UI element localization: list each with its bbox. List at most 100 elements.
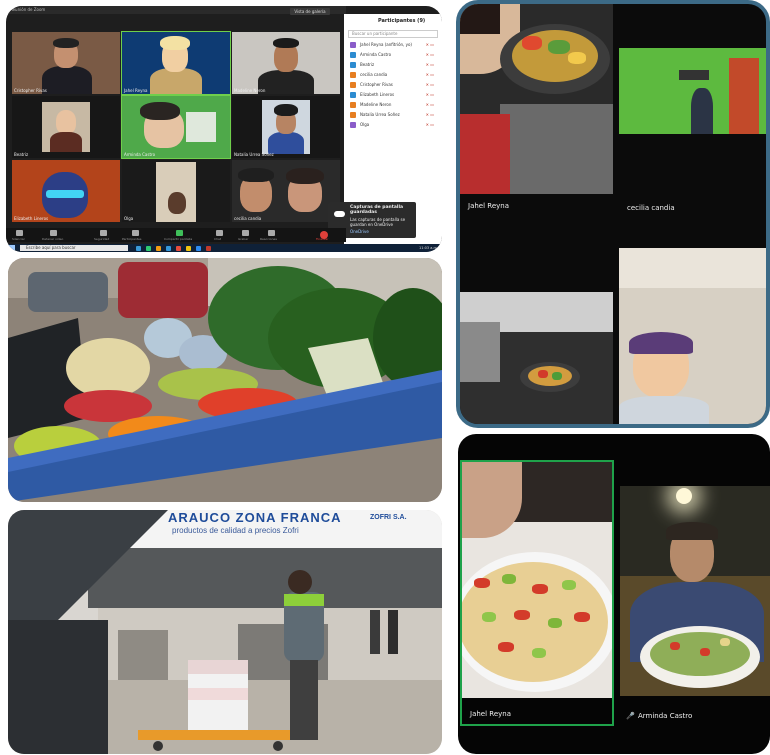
tile-name: Jahel Reyna [470,710,511,718]
store-tag: ZOFRI S.A. [370,514,407,521]
reactions-icon[interactable] [268,230,275,236]
video-tile[interactable]: Olga [122,160,230,222]
tile-name: Arminda Castro [124,152,156,157]
photo-collage: Reunión de Zoom Vista de galería Cristop… [0,0,770,755]
zoom-meeting-screenshot: Reunión de Zoom Vista de galería Cristop… [6,6,442,252]
video-tile: cecilia candia [619,48,766,218]
end-label: Finalizar [316,237,329,241]
app-icon[interactable] [176,245,181,251]
avatar [350,82,356,88]
toolbar-label: Grabar [238,237,249,241]
zoom-app-icon[interactable] [196,245,201,251]
toolbar-label: Compartir pantalla [164,237,193,241]
app-icon[interactable] [166,245,171,251]
participant-name: Arminda Castro [360,52,392,57]
app-icon[interactable] [156,245,161,251]
toolbar-label: Chat [214,237,222,241]
video-tile[interactable]: Elizabeth Lineros [12,160,120,222]
taskbar-search-input[interactable]: Escribe aquí para buscar [20,245,128,251]
participant-name: cecilia candia [360,72,388,77]
video-tile[interactable]: Beatriz [12,96,120,158]
video-tile[interactable]: Arminda Castro [121,95,231,159]
salad-video-call-photo: Jahel Reyna Arminda Castro 🎤 [458,434,770,754]
participant-row[interactable]: Natalia Urrea Soñez ✕ ▭ [344,110,442,120]
windows-taskbar: Escribe aquí para buscar 11:03 a.m. [6,244,442,252]
store-subtitle: productos de calidad a precios Zofri [172,526,299,535]
store-sign: ARAUCO ZONA FRANCA [168,510,342,525]
avatar [350,62,356,68]
mic-muted-icon: ✕ ▭ [425,42,434,47]
avatar [350,112,356,118]
toolbar-label: Detener video [42,237,64,241]
toolbar-label: Participantes [122,237,142,241]
avatar [350,42,356,48]
meeting-toolbar: Silenciar Detener video Seguridad Partic… [6,228,346,242]
participant-row[interactable]: Cristopher Rivas ✕ ▭ [344,80,442,90]
tile-name: Elizabeth Lineros [14,216,49,221]
shield-icon[interactable] [100,230,107,236]
participant-name: Olga [360,122,370,127]
participant-name: Beatriz [360,62,375,67]
app-icon[interactable] [146,245,151,251]
participant-search-input[interactable]: Buscar un participante [348,30,438,38]
mic-muted-icon: ✕ ▭ [425,102,434,107]
kitchen-video-call-photo: Jahel Reyna cecilia candia [456,0,770,428]
windows-start-icon[interactable] [9,245,15,251]
record-icon[interactable] [242,230,249,236]
video-icon[interactable] [50,230,57,236]
participant-row[interactable]: Arminda Castro ✕ ▭ [344,50,442,60]
video-tile[interactable]: Natalia Urrea Soñez [232,96,340,158]
taskbar-clock: 11:03 a.m. [419,246,438,250]
participant-row[interactable]: cecilia candia ✕ ▭ [344,70,442,80]
video-tile[interactable]: cecilia candia [232,160,340,222]
video-tile[interactable]: Cristopher Rivas [12,32,120,94]
app-icon[interactable] [186,245,191,251]
participant-name: Natalia Urrea Soñez [360,112,400,117]
toast-link[interactable]: OneDrive [350,229,412,234]
delivery-photo: ARAUCO ZONA FRANCA productos de calidad … [8,510,442,754]
tile-name: Olga [124,216,134,221]
gallery-view-button[interactable]: Vista de galería [290,8,330,15]
mic-muted-icon: 🎤 [626,713,635,720]
participant-row[interactable]: Madeline Neron ✕ ▭ [344,100,442,110]
app-icon[interactable] [206,245,211,251]
video-tile [619,248,766,424]
tile-name: Madeline Neron [234,88,266,93]
participants-icon[interactable] [132,230,139,236]
toast-title: Capturas de pantalla guardadas [350,205,404,215]
participant-name: Cristopher Rivas [360,82,393,87]
participant-name: Madeline Neron [360,102,392,107]
tile-name: Natalia Urrea Soñez [234,152,274,157]
delivery-illustration [8,510,442,754]
mic-muted-icon: ✕ ▭ [425,72,434,77]
video-tile: Jahel Reyna [460,4,613,216]
app-icon[interactable] [136,245,141,251]
video-tile[interactable]: Jahel Reyna [121,31,231,95]
mic-muted-icon: ✕ ▭ [425,62,434,67]
video-tile: Arminda Castro 🎤 [620,486,770,726]
vegetable-truck-illustration [8,258,442,502]
video-tile[interactable]: Madeline Neron [232,32,340,94]
participant-row[interactable]: Elizabeth Lineros ✕ ▭ [344,90,442,100]
cloud-icon [334,211,345,217]
participant-row[interactable]: Jahel Reyna (anfitrión, yo) ✕ ▭ [344,40,442,50]
avatar [350,52,356,58]
mic-icon[interactable] [16,230,23,236]
tile-name: Cristopher Rivas [14,88,47,93]
tile-name: Beatriz [14,152,29,157]
tile-name: Jahel Reyna [124,88,148,93]
toolbar-label: Seguridad [94,237,110,241]
share-screen-icon[interactable] [176,230,183,236]
participant-row[interactable]: Olga ✕ ▭ [344,120,442,130]
vegetable-truck-photo [8,258,442,502]
toolbar-label: Silenciar [12,237,25,241]
participant-row[interactable]: Beatriz ✕ ▭ [344,60,442,70]
mic-muted-icon: ✕ ▭ [425,52,434,57]
avatar [350,102,356,108]
participant-name: Elizabeth Lineros [360,92,395,97]
toast-body: Las capturas de pantalla se guardan en O… [350,217,406,227]
participants-header: Participantes (9) [378,18,426,24]
chat-icon[interactable] [216,230,223,236]
avatar [350,92,356,98]
tile-name: cecilia candia [627,204,675,212]
